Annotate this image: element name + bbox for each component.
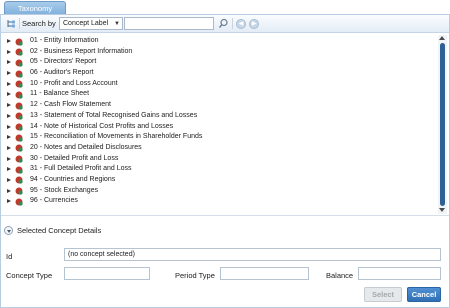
balance-field[interactable]: [358, 267, 441, 280]
expand-arrow-icon[interactable]: [7, 113, 11, 118]
expand-arrow-icon[interactable]: [7, 39, 11, 43]
concept-group-icon: [15, 198, 23, 206]
concept-type-label: Concept Type: [6, 271, 53, 280]
tree-scrollbar[interactable]: [438, 35, 447, 214]
scroll-thumb[interactable]: [440, 43, 445, 206]
tree-item-label: 15 - Reconciliation of Movements in Shar…: [30, 133, 203, 141]
tree-item[interactable]: 31 - Full Detailed Profit and Loss: [4, 164, 442, 175]
expand-arrow-icon[interactable]: [7, 60, 11, 65]
id-field[interactable]: (no concept selected): [64, 248, 441, 261]
collapse-icon[interactable]: [4, 226, 13, 235]
search-mode-select[interactable]: Concept Label ▼: [59, 17, 123, 30]
tab-strip: Taxonomy: [0, 0, 450, 15]
concept-group-icon: [15, 144, 23, 152]
tab-taxonomy[interactable]: Taxonomy: [4, 1, 66, 15]
toolbar-separator: [19, 18, 20, 29]
expand-arrow-icon[interactable]: [7, 167, 11, 172]
tree-item[interactable]: 96 - Currencies: [4, 196, 442, 207]
expand-arrow-icon[interactable]: [7, 145, 11, 150]
tree-item[interactable]: 95 - Stock Exchanges: [4, 186, 442, 197]
concept-group-icon: [15, 134, 23, 142]
tree-item-label: 05 - Directors' Report: [30, 58, 97, 66]
tree-item[interactable]: 12 - Cash Flow Statement: [4, 100, 442, 111]
expand-arrow-icon[interactable]: [7, 135, 11, 140]
expand-arrow-icon[interactable]: [7, 124, 11, 129]
tree-item-label: 12 - Cash Flow Statement: [30, 101, 111, 109]
search-mode-value: Concept Label: [63, 20, 109, 27]
tree-item[interactable]: 02 - Business Report Information: [4, 47, 442, 58]
tree-item-label: 95 - Stock Exchanges: [30, 186, 99, 194]
concept-group-icon: [15, 187, 23, 195]
tree-item-label: 96 - Currencies: [30, 197, 78, 205]
scroll-up-arrow-icon[interactable]: [439, 36, 445, 40]
details-title: Selected Concept Details: [17, 226, 102, 235]
concept-group-icon: [15, 102, 23, 110]
tree-options-icon[interactable]: [6, 18, 17, 29]
expand-arrow-icon[interactable]: [7, 49, 11, 54]
concept-group-icon: [15, 176, 23, 185]
id-label: Id: [6, 252, 13, 261]
tree-item[interactable]: 10 - Profit and Loss Account: [4, 79, 442, 90]
tree-item-label: 02 - Business Report Information: [30, 47, 133, 55]
tree-item[interactable]: 05 - Directors' Report: [4, 57, 442, 68]
concept-type-field[interactable]: [64, 267, 150, 280]
concept-group-icon: [15, 80, 23, 88]
expand-arrow-icon[interactable]: [7, 103, 11, 108]
expand-arrow-icon[interactable]: [7, 92, 11, 97]
tree-item-label: 06 - Auditor's Report: [30, 69, 94, 77]
expand-arrow-icon[interactable]: [7, 81, 11, 86]
search-input[interactable]: [124, 17, 214, 30]
concept-group-icon: [15, 91, 23, 99]
tree-item[interactable]: 11 - Balance Sheet: [4, 89, 442, 100]
concept-group-icon: [15, 155, 23, 163]
tree-item-label: 10 - Profit and Loss Account: [30, 79, 118, 87]
expand-arrow-icon[interactable]: [7, 177, 11, 182]
expand-arrow-icon[interactable]: [7, 156, 11, 161]
chevron-down-icon: ▼: [114, 21, 120, 27]
tree-item-label: 13 - Statement of Total Recognised Gains…: [30, 111, 198, 119]
expand-arrow-icon[interactable]: [7, 199, 11, 204]
taxonomy-dialog: Search by Concept Label ▼ ◀ ▶ 01 - Entit…: [0, 14, 450, 308]
tree-item[interactable]: 14 - Note of Historical Cost Profits and…: [4, 122, 442, 133]
expand-arrow-icon[interactable]: [7, 71, 11, 76]
tree-item-label: 94 - Countries and Regions: [30, 175, 116, 183]
cancel-button[interactable]: Cancel: [407, 287, 441, 302]
period-type-field[interactable]: [220, 267, 309, 280]
expand-arrow-icon[interactable]: [7, 188, 11, 193]
tree-item-label: 20 - Notes and Detailed Disclosures: [30, 143, 142, 151]
concept-group-icon: [15, 166, 23, 174]
next-result-icon[interactable]: ▶: [249, 19, 259, 29]
search-by-label: Search by: [22, 19, 56, 28]
tree-item-label: 30 - Detailed Profit and Loss: [30, 154, 119, 162]
previous-result-icon[interactable]: ◀: [236, 19, 246, 29]
toolbar: Search by Concept Label ▼ ◀ ▶: [1, 15, 449, 33]
tree-item-label: 31 - Full Detailed Profit and Loss: [30, 165, 132, 173]
concept-group-icon: [15, 48, 23, 56]
tree-item[interactable]: 30 - Detailed Profit and Loss: [4, 154, 442, 165]
concept-group-icon: [15, 70, 23, 78]
tree-item[interactable]: 15 - Reconciliation of Movements in Shar…: [4, 132, 442, 143]
tree-item[interactable]: 94 - Countries and Regions: [4, 175, 442, 186]
tree-item[interactable]: 01 - Entity Information: [4, 36, 442, 47]
taxonomy-tree: 01 - Entity Information 02 - Business Re…: [4, 36, 442, 210]
tree-item-label: 01 - Entity Information: [30, 37, 99, 44]
period-type-label: Period Type: [175, 271, 215, 280]
concept-group-icon: [15, 59, 23, 67]
concept-group-icon: [15, 38, 23, 46]
tree-item-label: 11 - Balance Sheet: [30, 90, 90, 98]
search-icon[interactable]: [218, 18, 229, 29]
select-button[interactable]: Select: [364, 287, 402, 302]
concept-group-icon: [15, 123, 23, 131]
tree-item[interactable]: 20 - Notes and Detailed Disclosures: [4, 143, 442, 154]
concept-group-icon: [15, 112, 23, 120]
toolbar-separator: [232, 18, 233, 29]
tree-item-label: 14 - Note of Historical Cost Profits and…: [30, 122, 174, 130]
balance-label: Balance: [326, 271, 354, 280]
section-divider: [1, 215, 449, 216]
tree-item[interactable]: 13 - Statement of Total Recognised Gains…: [4, 111, 442, 122]
tree-item[interactable]: 06 - Auditor's Report: [4, 68, 442, 79]
scroll-down-arrow-icon[interactable]: [439, 208, 445, 212]
